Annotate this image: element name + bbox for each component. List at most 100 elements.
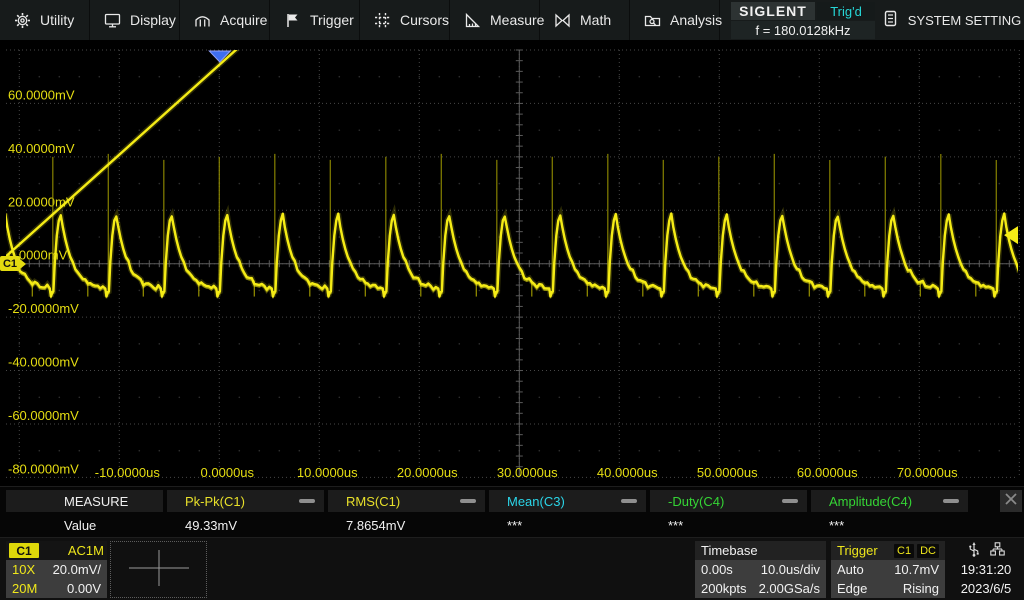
measure-remove-button[interactable] <box>943 499 959 503</box>
measure-column-label: -Duty(C4) <box>668 493 725 509</box>
channel-name-badge: C1 <box>9 543 39 558</box>
trigger-panel[interactable]: Trigger C1 DC Auto 10.7mV Edge Rising <box>831 541 945 598</box>
time-axis-label: 60.0000us <box>797 465 858 480</box>
timebase-panel[interactable]: Timebase 0.00s 10.0us/div 200kpts 2.00GS… <box>695 541 826 598</box>
measure-row-label: Value <box>64 517 97 533</box>
measure-column-value: 49.33mV <box>185 517 238 533</box>
channel-c1-panel[interactable]: C1 AC1M 10X 20.0mV/ 20M 0.00V <box>6 541 107 598</box>
channel-header-row: C1 AC1M <box>6 541 107 560</box>
clock-time: 19:31:20 <box>960 562 1012 577</box>
menu-item-measure[interactable]: Measure <box>450 0 544 40</box>
time-axis-label: 10.0000us <box>297 465 358 480</box>
acquire-icon <box>194 12 211 29</box>
lan-icon <box>989 542 1005 559</box>
timebase-rate: 2.00GSa/s <box>758 581 820 596</box>
system-setting-button[interactable]: SYSTEM SETTING <box>880 0 1024 40</box>
measure-panel-title-cell: MEASURE <box>6 490 163 512</box>
menu-item-display[interactable]: Display <box>90 0 180 40</box>
measure-column-label: Amplitude(C4) <box>829 493 913 509</box>
trigger-mode: Auto <box>837 562 864 577</box>
voltage-axis-label: -40.0000mV <box>8 355 79 370</box>
trigger-flag-icon <box>284 12 301 29</box>
menu-item-math[interactable]: Math <box>540 0 630 40</box>
trigger-header-row: Trigger C1 DC <box>831 541 945 560</box>
trigger-level: 10.7mV <box>894 562 939 577</box>
measure-column-value: 7.8654mV <box>346 517 406 533</box>
voltage-axis-label: 40.0000mV <box>8 141 75 156</box>
channel-scale: 20.0mV/ <box>52 562 101 577</box>
time-axis-label: 50.0000us <box>697 465 758 480</box>
time-axis-label: 20.0000us <box>397 465 458 480</box>
menu-item-label: Acquire <box>220 12 268 28</box>
channel-scale-row: 10X 20.0mV/ <box>6 560 107 579</box>
measure-column-header[interactable]: -Duty(C4) <box>650 490 807 512</box>
trigger-level-row: Auto 10.7mV <box>831 560 945 579</box>
menu-item-label: Utility <box>40 12 75 28</box>
menu-item-label: Cursors <box>400 12 450 28</box>
menu-item-label: Trigger <box>310 12 354 28</box>
trigger-type: Edge <box>837 581 868 596</box>
measure-column-header[interactable]: Pk-Pk(C1) <box>167 490 324 512</box>
measure-panel-title: MEASURE <box>64 493 129 509</box>
close-icon <box>1004 492 1018 511</box>
menu-item-label: Measure <box>490 12 545 28</box>
channel-offset: 0.00V <box>67 581 101 596</box>
trigger-source-badge: C1 <box>894 543 915 558</box>
measure-remove-button[interactable] <box>460 499 476 503</box>
menu-item-trigger[interactable]: Trigger <box>270 0 360 40</box>
time-axis-label: -10.0000us <box>95 465 161 480</box>
usb-icon <box>968 541 980 560</box>
time-axis-label: 70.0000us <box>897 465 958 480</box>
display-icon <box>104 12 121 29</box>
menu-items: Utility Display Acquire Trigger Cursors Measu… <box>0 0 722 40</box>
measure-column-label: RMS(C1) <box>346 493 401 509</box>
measure-column-header[interactable]: Amplitude(C4) <box>811 490 968 512</box>
time-axis-label: 40.0000us <box>597 465 658 480</box>
voltage-axis-label: -20.0000mV <box>8 301 79 316</box>
measure-column-value: *** <box>507 517 523 533</box>
menu-item-acquire[interactable]: Acquire <box>180 0 270 40</box>
analysis-icon <box>644 12 661 29</box>
menu-item-utility[interactable]: Utility <box>0 0 90 40</box>
system-status-panel: 19:31:20 2023/6/5 <box>948 541 1024 598</box>
trigger-coupling-badge: DC <box>917 543 939 558</box>
timebase-title: Timebase <box>701 543 758 558</box>
status-icons-row <box>948 541 1024 560</box>
channel-coupling: AC1M <box>67 543 104 558</box>
bottom-status-bar: C1 AC1M 10X 20.0mV/ 20M 0.00V Timebase 0… <box>0 537 1024 600</box>
measure-close-button[interactable] <box>1000 490 1022 512</box>
trigger-type-row: Edge Rising <box>831 579 945 598</box>
voltage-axis-label: -80.0000mV <box>8 461 79 476</box>
clock-date: 2023/6/5 <box>960 581 1012 596</box>
gear-icon <box>14 12 31 29</box>
measure-column-header[interactable]: RMS(C1) <box>328 490 485 512</box>
measure-column-label: Mean(C3) <box>507 493 565 509</box>
top-menu-bar: Utility Display Acquire Trigger Cursors Measu… <box>0 0 1024 40</box>
timebase-header-row: Timebase <box>695 541 826 560</box>
siglent-logo: SIGLENT <box>731 2 815 20</box>
channel-bandwidth: 20M <box>12 581 38 596</box>
measure-column-label: Pk-Pk(C1) <box>185 493 245 509</box>
measure-remove-button[interactable] <box>299 499 315 503</box>
frequency-readout: f = 180.0128kHz <box>731 21 875 39</box>
menu-item-cursors[interactable]: Cursors <box>360 0 450 40</box>
measure-icon <box>464 12 481 29</box>
trigger-slope: Rising <box>902 581 939 596</box>
channel-probe: 10X <box>12 562 36 577</box>
cursors-icon <box>374 12 391 29</box>
channel-c1-offset-marker[interactable]: C1 <box>0 256 26 271</box>
list-icon <box>883 10 898 30</box>
add-channel-placeholder[interactable] <box>110 541 207 598</box>
measure-column-value: *** <box>829 517 845 533</box>
measure-remove-button[interactable] <box>621 499 637 503</box>
brand-block: SIGLENT Trig'd f = 180.0128kHz <box>731 0 877 40</box>
channel-offset-row: 20M 0.00V <box>6 579 107 598</box>
voltage-axis-label: -60.0000mV <box>8 408 79 423</box>
time-axis-label: 0.0000us <box>201 465 255 480</box>
menu-item-analysis[interactable]: Analysis <box>630 0 722 40</box>
measure-remove-button[interactable] <box>782 499 798 503</box>
math-icon <box>554 12 571 29</box>
measure-value-row: Value 49.33mV 7.8654mV *** *** *** <box>0 514 1024 536</box>
trigger-title: Trigger <box>837 543 878 558</box>
measure-column-header[interactable]: Mean(C3) <box>489 490 646 512</box>
